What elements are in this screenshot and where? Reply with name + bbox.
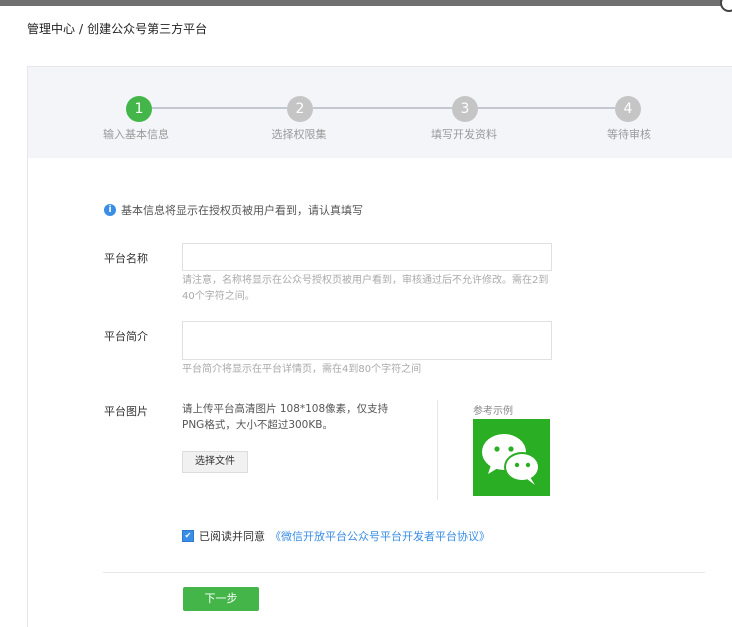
step-1-label: 输入基本信息 (103, 128, 169, 141)
step-3-circle: 3 (452, 96, 478, 122)
window-top-bar (0, 0, 732, 6)
info-text: 基本信息将显示在授权页被用户看到，请认真填写 (121, 204, 363, 217)
breadcrumb-root-link[interactable]: 管理中心 (27, 22, 75, 36)
platform-name-input[interactable] (182, 243, 552, 271)
info-icon: i (104, 204, 116, 216)
step-connector-1-2 (152, 107, 287, 109)
breadcrumb: 管理中心 / 创建公众号第三方平台 (27, 20, 207, 37)
agreement-row: ✔ 已阅读并同意 《微信开放平台公众号平台开发者平台协议》 (182, 528, 490, 544)
form-divider (103, 572, 705, 573)
step-2-circle: 2 (287, 96, 313, 122)
platform-intro-hint: 平台简介将显示在平台详情页，需在4到80个字符之间 (182, 364, 422, 375)
step-2-label: 选择权限集 (271, 128, 327, 141)
platform-name-label: 平台名称 (104, 252, 148, 265)
image-section-divider (437, 400, 438, 500)
agreement-link[interactable]: 《微信开放平台公众号平台开发者平台协议》 (270, 528, 490, 544)
step-connector-3-4 (478, 107, 615, 109)
wechat-logo-icon (473, 419, 550, 496)
agreement-text: 已阅读并同意 (199, 530, 265, 543)
step-progress-bar: 1 2 3 4 输入基本信息 选择权限集 填写开发资料 等待审核 (28, 67, 732, 158)
platform-intro-input[interactable] (182, 321, 552, 360)
step-connector-2-3 (313, 107, 452, 109)
platform-name-hint: 请注意，名称将显示在公众号授权页被用户看到，审核通过后不允许修改。需在2到40个… (182, 275, 549, 302)
platform-intro-label: 平台简介 (104, 330, 148, 343)
step-4-label: 等待审核 (607, 128, 651, 141)
agreement-checkbox[interactable]: ✔ (182, 530, 194, 542)
step-1-circle: 1 (126, 96, 152, 122)
breadcrumb-separator: / (79, 22, 84, 36)
info-notice: i 基本信息将显示在授权页被用户看到，请认真填写 (104, 202, 363, 218)
step-3-label: 填写开发资料 (431, 128, 497, 141)
create-platform-panel: 1 2 3 4 输入基本信息 选择权限集 填写开发资料 等待审核 i 基本信息将… (27, 66, 732, 627)
next-step-button[interactable]: 下一步 (183, 587, 259, 611)
choose-file-button[interactable]: 选择文件 (182, 451, 248, 473)
platform-image-label: 平台图片 (104, 405, 148, 418)
breadcrumb-current: 创建公众号第三方平台 (87, 22, 208, 36)
step-4-circle: 4 (615, 96, 641, 122)
platform-image-hint: 请上传平台高清图片 108*108像素，仅支持PNG格式，大小不超过300KB。 (182, 403, 389, 431)
reference-example-label: 参考示例 (473, 406, 513, 417)
window-corner-circle (720, 0, 732, 12)
